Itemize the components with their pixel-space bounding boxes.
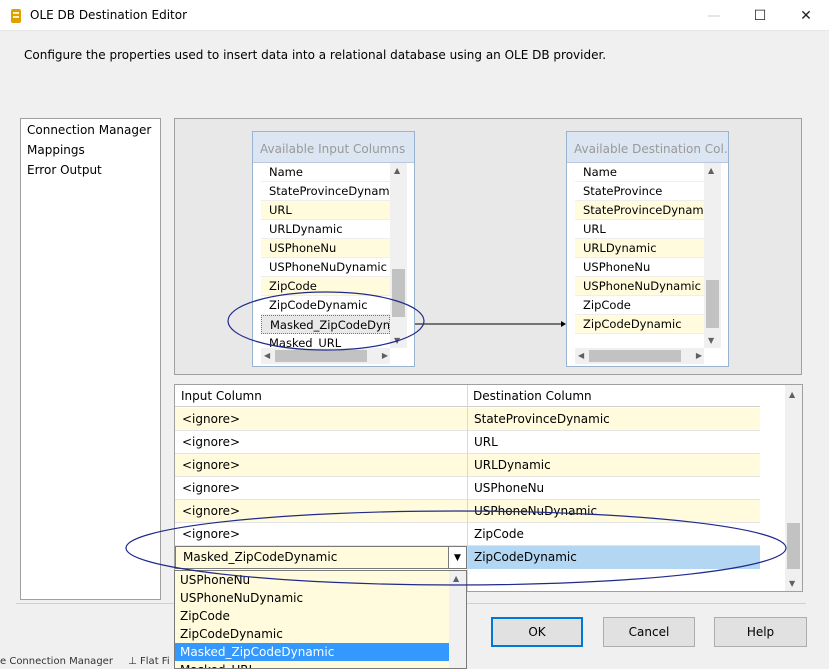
destination-column-header[interactable]: Destination Column xyxy=(473,389,592,403)
mapping-designer: Available Input Columns Name StateProvin… xyxy=(174,118,802,375)
maximize-button[interactable]: ☐ xyxy=(737,0,783,31)
app-icon xyxy=(11,9,21,23)
dropdown-option[interactable]: ZipCode xyxy=(175,607,466,625)
input-cell[interactable]: <ignore> xyxy=(182,504,240,518)
help-button[interactable]: Help xyxy=(714,617,807,647)
destination-cell: ZipCode xyxy=(474,527,524,541)
input-column-dropdown[interactable]: USPhoneNu USPhoneNuDynamic ZipCode ZipCo… xyxy=(174,570,467,669)
scroll-thumb[interactable] xyxy=(787,523,800,569)
input-cell[interactable]: <ignore> xyxy=(182,458,240,472)
dropdown-option[interactable]: ZipCodeDynamic xyxy=(175,625,466,643)
destination-cell: URLDynamic xyxy=(474,458,551,472)
scroll-down-icon[interactable]: ▼ xyxy=(789,579,795,588)
scroll-up-icon[interactable]: ▲ xyxy=(789,390,795,399)
input-cell[interactable]: <ignore> xyxy=(182,481,240,495)
status-left-text: e Connection Manager xyxy=(0,656,113,667)
close-button[interactable]: ✕ xyxy=(783,0,829,31)
destination-cell: USPhoneNu xyxy=(474,481,545,495)
ok-button[interactable]: OK xyxy=(491,617,583,647)
status-bar: e Connection Manager ⊥ Flat File xyxy=(0,656,170,669)
destination-cell: StateProvinceDynamic xyxy=(474,412,610,426)
scroll-up-icon[interactable]: ▲ xyxy=(453,574,459,583)
input-column-header[interactable]: Input Column xyxy=(181,389,262,403)
input-cell[interactable]: <ignore> xyxy=(182,435,240,449)
input-cell[interactable]: <ignore> xyxy=(182,412,240,426)
input-column-combo[interactable]: Masked_ZipCodeDynamic ▼ xyxy=(175,546,467,569)
window-title: OLE DB Destination Editor xyxy=(30,8,188,22)
dropdown-option[interactable]: USPhoneNu xyxy=(175,571,466,589)
dropdown-option[interactable]: Masked_URL xyxy=(175,661,466,668)
minimize-button[interactable]: — xyxy=(691,0,737,31)
cancel-button[interactable]: Cancel xyxy=(603,617,695,647)
minimize-icon: — xyxy=(707,7,721,24)
combo-value[interactable]: Masked_ZipCodeDynamic xyxy=(183,550,337,564)
destination-cell: USPhoneNuDynamic xyxy=(474,504,598,518)
dropdown-option-highlighted[interactable]: Masked_ZipCodeDynamic xyxy=(175,643,466,661)
close-icon: ✕ xyxy=(800,7,812,24)
column-divider xyxy=(467,385,468,591)
destination-cell: ZipCodeDynamic xyxy=(474,550,577,564)
destination-cell-selected[interactable]: ZipCodeDynamic xyxy=(468,546,760,569)
title-bar: OLE DB Destination Editor — ☐ ✕ xyxy=(0,0,829,31)
nav-panel: Connection Manager Mappings Error Output xyxy=(20,118,161,600)
maximize-icon: ☐ xyxy=(753,7,767,24)
chevron-down-icon[interactable]: ▼ xyxy=(448,547,466,568)
dropdown-scrollbar[interactable]: ▲ xyxy=(449,571,466,668)
nav-item-mappings[interactable]: Mappings xyxy=(27,143,85,157)
flat-file-icon: ⊥ xyxy=(128,656,137,667)
status-right-text: Flat File xyxy=(140,656,170,667)
grid-vscrollbar[interactable]: ▲ ▼ xyxy=(785,385,802,591)
mapping-grid: Input Column Destination Column <ignore>… xyxy=(174,384,803,592)
nav-item-error-output[interactable]: Error Output xyxy=(27,163,102,177)
dropdown-option[interactable]: USPhoneNuDynamic xyxy=(175,589,466,607)
input-cell[interactable]: <ignore> xyxy=(182,527,240,541)
page-description: Configure the properties used to insert … xyxy=(24,48,607,62)
nav-item-connection-manager[interactable]: Connection Manager xyxy=(27,123,151,137)
mapping-line[interactable] xyxy=(175,119,803,376)
destination-cell: URL xyxy=(474,435,498,449)
